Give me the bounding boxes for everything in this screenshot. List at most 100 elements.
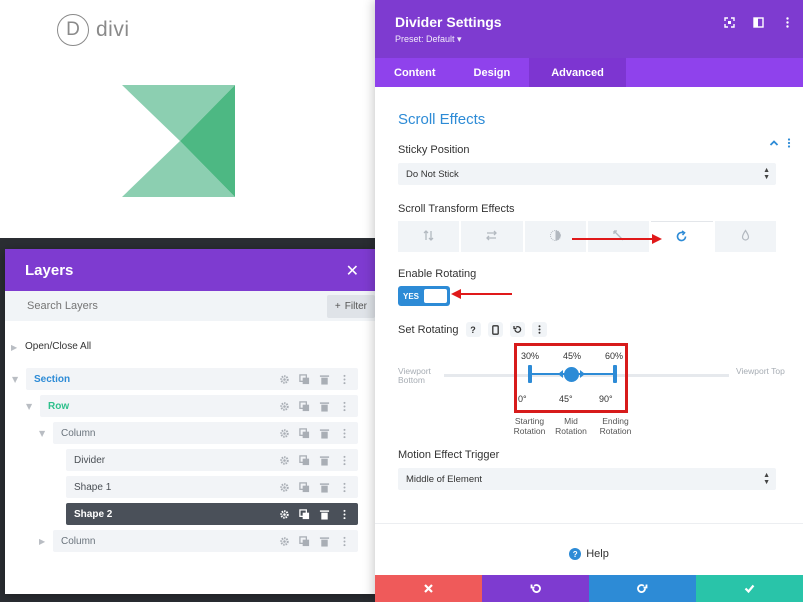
more-options-icon[interactable] [531, 322, 547, 337]
duplicate-icon[interactable] [298, 427, 310, 439]
close-icon [423, 579, 434, 598]
layer-tools [278, 454, 358, 466]
undo-icon [530, 579, 541, 598]
settings-footer [375, 575, 803, 602]
tab-design[interactable]: Design [455, 58, 530, 87]
duplicate-icon[interactable] [298, 400, 310, 412]
caret-right-icon[interactable]: ▶ [39, 537, 45, 546]
more-options-icon[interactable] [338, 481, 350, 493]
more-options-icon[interactable] [338, 535, 350, 547]
gear-icon[interactable] [278, 373, 290, 385]
start-handle[interactable] [528, 365, 532, 383]
start-degree: 0° [518, 394, 527, 404]
more-options-icon[interactable] [338, 373, 350, 385]
more-options-icon[interactable] [338, 427, 350, 439]
open-close-all[interactable]: ▶ Open/Close All [11, 341, 375, 355]
layer-row-section[interactable]: ▼ Section [12, 368, 358, 390]
chevron-up-icon[interactable] [769, 138, 779, 151]
help-label: Help [586, 548, 609, 560]
tab-content[interactable]: Content [375, 58, 455, 87]
sticky-position-value: Do Not Stick [406, 168, 459, 180]
split-view-icon[interactable] [751, 15, 766, 30]
effect-horizontal-motion[interactable] [461, 221, 523, 252]
mid-handle[interactable] [564, 367, 579, 382]
more-options-icon[interactable] [787, 138, 791, 151]
layer-tools [278, 400, 358, 412]
duplicate-icon[interactable] [298, 508, 310, 520]
reset-icon[interactable] [509, 322, 525, 337]
gear-icon[interactable] [278, 508, 290, 520]
caret-down-icon[interactable]: ▼ [12, 375, 18, 384]
motion-trigger-select[interactable]: Middle of Element ▲ ▼ [398, 468, 776, 490]
undo-button[interactable] [482, 575, 589, 602]
viewport-bottom-label: Viewport Bottom [398, 366, 431, 385]
enable-rotating-toggle[interactable]: YES [398, 286, 450, 306]
scroll-effects-title[interactable]: Scroll Effects [398, 111, 803, 128]
trash-icon[interactable] [318, 454, 330, 466]
layer-row-column[interactable]: ▼ Column [39, 422, 358, 444]
duplicate-icon[interactable] [298, 535, 310, 547]
redo-button[interactable] [589, 575, 696, 602]
gear-icon[interactable] [278, 400, 290, 412]
annotation-arrow-toggle [451, 289, 512, 299]
layer-row-row[interactable]: ▼ Row [26, 395, 358, 417]
layer-label: Row [48, 400, 70, 412]
layer-row-shape-1[interactable]: Shape 1 [66, 476, 358, 498]
toggle-yes-label: YES [403, 291, 420, 301]
layer-label: Section [34, 373, 71, 385]
close-icon[interactable]: ✕ [346, 261, 359, 280]
trash-icon[interactable] [318, 535, 330, 547]
duplicate-icon[interactable] [298, 373, 310, 385]
search-layers-input[interactable] [27, 300, 227, 312]
help-question-icon[interactable]: ? [465, 322, 481, 337]
slider-track-right[interactable] [631, 374, 729, 377]
end-handle[interactable] [613, 365, 617, 383]
fullscreen-icon[interactable] [722, 15, 737, 30]
effect-blur[interactable] [714, 221, 776, 252]
layers-search-bar: + Filter [5, 291, 375, 321]
layer-tools [278, 481, 358, 493]
preset-dropdown[interactable]: Preset: Default ▾ [395, 34, 803, 45]
divi-logo: D divi [57, 14, 130, 46]
more-options-icon[interactable] [338, 508, 350, 520]
caret-down-icon[interactable]: ▼ [26, 402, 32, 411]
caret-down-icon[interactable]: ▼ [39, 429, 45, 438]
trash-icon[interactable] [318, 400, 330, 412]
gear-icon[interactable] [278, 535, 290, 547]
enable-rotating-label: Enable Rotating [398, 268, 477, 280]
layer-row-column-2[interactable]: ▶ Column [39, 530, 358, 552]
scroll-transform-label: Scroll Transform Effects [398, 203, 515, 215]
effect-vertical-motion[interactable] [398, 221, 460, 252]
trash-icon[interactable] [318, 427, 330, 439]
save-button[interactable] [696, 575, 803, 602]
vertical-motion-icon [422, 227, 435, 246]
gear-icon[interactable] [278, 454, 290, 466]
gear-icon[interactable] [278, 481, 290, 493]
mid-rotation-caption: Mid Rotation [555, 416, 587, 436]
more-options-icon[interactable] [338, 454, 350, 466]
mobile-icon[interactable] [487, 322, 503, 337]
layer-row-shape-2[interactable]: Shape 2 [66, 503, 358, 525]
trash-icon[interactable] [318, 508, 330, 520]
trash-icon[interactable] [318, 481, 330, 493]
help-link[interactable]: ? Help [375, 548, 803, 560]
layer-row-divider[interactable]: Divider [66, 449, 358, 471]
duplicate-icon[interactable] [298, 481, 310, 493]
cancel-button[interactable] [375, 575, 482, 602]
gear-icon[interactable] [278, 427, 290, 439]
end-degree: 90° [599, 394, 613, 404]
tab-advanced[interactable]: Advanced [529, 58, 626, 87]
filter-button[interactable]: + Filter [326, 294, 375, 318]
mid-left-arrow-icon [558, 370, 563, 378]
settings-header: Divider Settings Preset: Default ▾ [375, 0, 803, 58]
mid-degree: 45° [559, 394, 573, 404]
sticky-position-select[interactable]: Do Not Stick ▲ ▼ [398, 163, 776, 185]
more-options-icon[interactable] [780, 15, 795, 30]
layer-tools [278, 508, 358, 520]
duplicate-icon[interactable] [298, 454, 310, 466]
settings-tabs: Content Design Advanced [375, 58, 803, 87]
select-arrows-icon: ▲ ▼ [763, 472, 770, 486]
trash-icon[interactable] [318, 373, 330, 385]
shape-artwork [122, 85, 235, 197]
more-options-icon[interactable] [338, 400, 350, 412]
